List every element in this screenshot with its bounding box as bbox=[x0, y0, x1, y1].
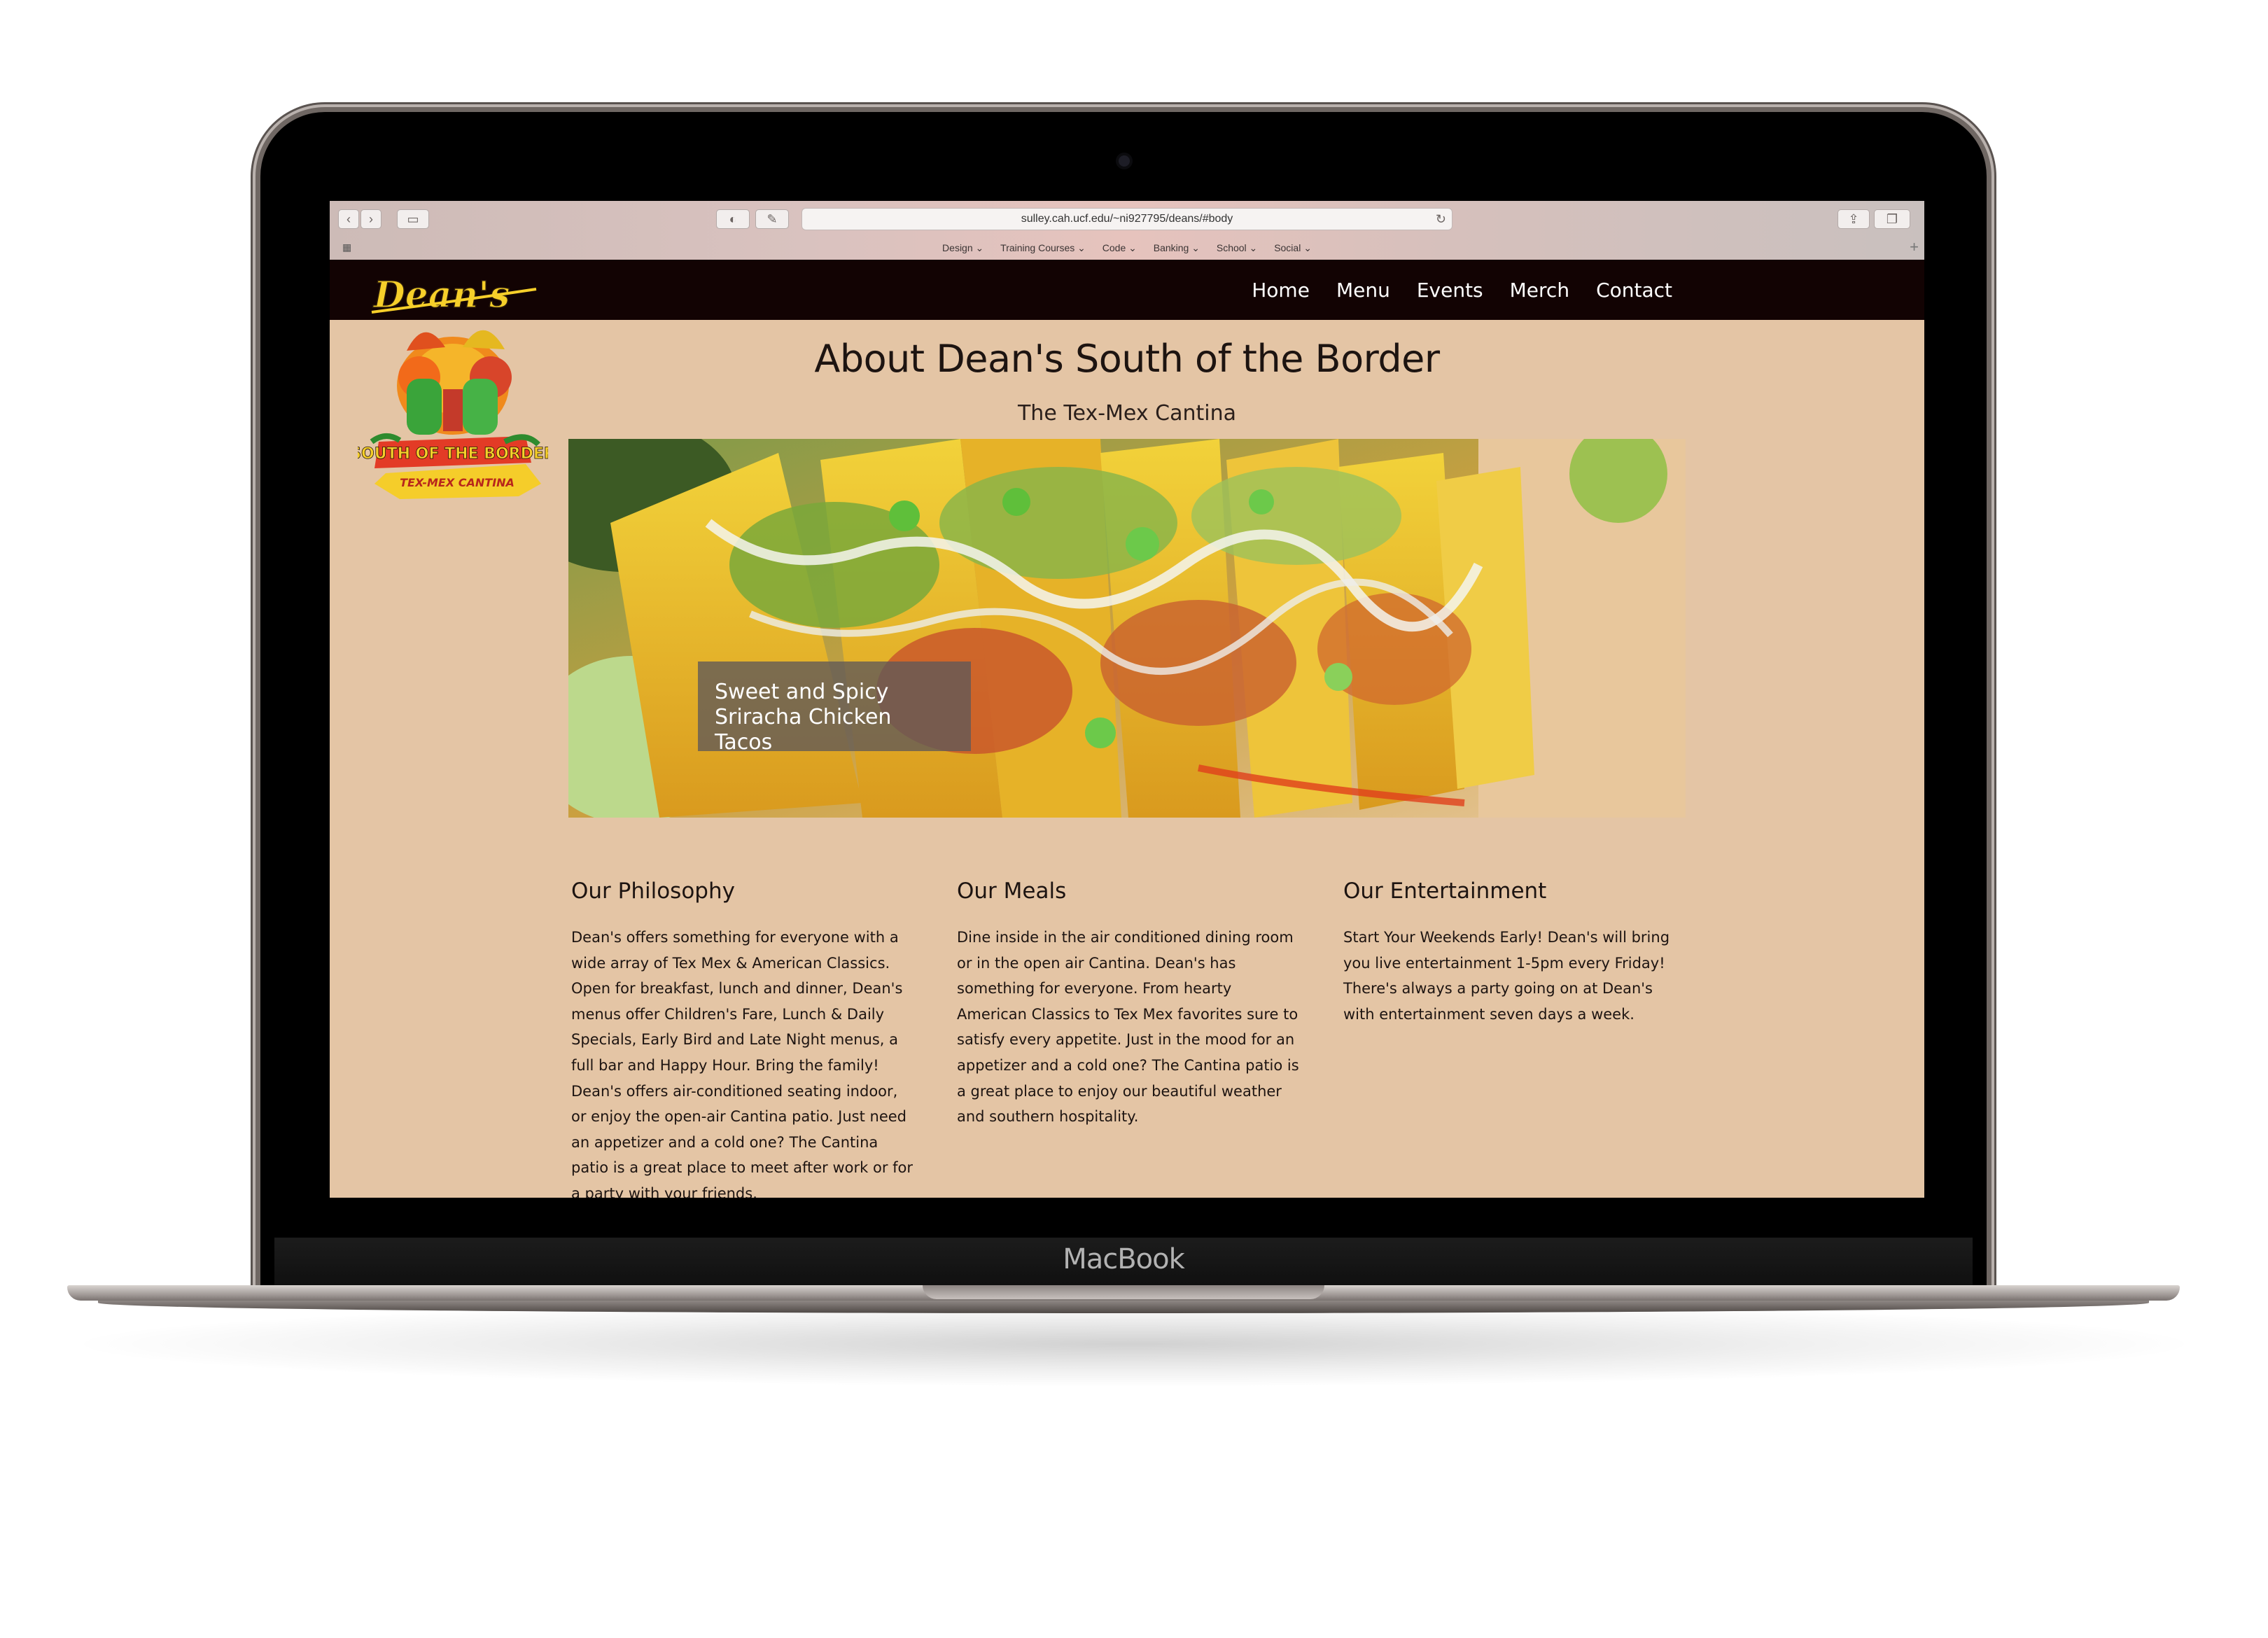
philosophy-body: Dean's offers something for everyone wit… bbox=[571, 929, 913, 1198]
nav-home[interactable]: Home bbox=[1252, 279, 1310, 302]
nav-merch[interactable]: Merch bbox=[1510, 279, 1569, 302]
logo-banner-text: SOUTH OF THE BORDER bbox=[358, 445, 548, 463]
tabs-icon[interactable]: ❐ bbox=[1874, 209, 1910, 229]
hero-caption: Sweet and Spicy Sriracha Chicken Tacos bbox=[698, 662, 971, 755]
entertainment-heading: Our Entertainment bbox=[1343, 878, 1547, 904]
macbook-base-lip bbox=[98, 1301, 2149, 1313]
site-nav-bar: Home Menu Events Merch Contact bbox=[330, 260, 1924, 320]
extension-icon[interactable]: ✎ bbox=[755, 209, 789, 229]
nav-menu[interactable]: Menu bbox=[1336, 279, 1390, 302]
nav-events[interactable]: Events bbox=[1417, 279, 1483, 302]
bookmark-training-courses[interactable]: Training Courses ⌄ bbox=[1000, 242, 1086, 253]
back-icon[interactable]: ‹ bbox=[338, 209, 359, 229]
entertainment-body: Start Your Weekends Early! Dean's will b… bbox=[1343, 929, 1670, 1023]
philosophy-section: Our Philosophy Dean's offers something f… bbox=[571, 878, 914, 1198]
browser-chrome: ‹ › ▭ ◐ ✎ sulley.cah.ucf.edu/~ni927795/d… bbox=[330, 201, 1924, 260]
deans-logo[interactable]: Dean's SOUTH OF THE BORDER TEX-MEX CANTI… bbox=[358, 274, 548, 505]
tacos-photo bbox=[568, 439, 1686, 818]
philosophy-heading: Our Philosophy bbox=[571, 878, 735, 904]
page-subtitle: The Tex-Mex Cantina bbox=[1017, 401, 1236, 426]
meals-section: Our Meals Dine inside in the air conditi… bbox=[957, 878, 1300, 1130]
nav-links: Home Menu Events Merch Contact bbox=[1252, 260, 1672, 320]
meals-heading: Our Meals bbox=[957, 878, 1067, 904]
logo-ribbon-text: TEX-MEX CANTINA bbox=[400, 476, 514, 489]
bookmark-design[interactable]: Design ⌄ bbox=[942, 242, 983, 253]
entertainment-section: Our Entertainment Start Your Weekends Ea… bbox=[1343, 878, 1686, 1027]
share-icon[interactable]: ⇪ bbox=[1837, 209, 1870, 229]
bookmark-school[interactable]: School ⌄ bbox=[1217, 242, 1257, 253]
page-title: About Dean's South of the Border bbox=[814, 337, 1440, 381]
bookmark-code[interactable]: Code ⌄ bbox=[1102, 242, 1137, 253]
macbook-label: MacBook bbox=[1063, 1243, 1185, 1275]
privacy-icon[interactable]: ◐ bbox=[716, 209, 750, 229]
bookmark-banking[interactable]: Banking ⌄ bbox=[1154, 242, 1200, 253]
sidebar-icon[interactable]: ▭ bbox=[397, 209, 429, 229]
device-shadow bbox=[84, 1302, 2184, 1386]
forward-icon[interactable]: › bbox=[360, 209, 382, 229]
nav-contact[interactable]: Contact bbox=[1596, 279, 1672, 302]
bookmarks-bar: Design ⌄ Training Courses ⌄ Code ⌄ Banki… bbox=[330, 236, 1924, 260]
screen: ‹ › ▭ ◐ ✎ sulley.cah.ucf.edu/~ni927795/d… bbox=[330, 201, 1924, 1198]
bookmark-social[interactable]: Social ⌄ bbox=[1274, 242, 1312, 253]
camera-icon bbox=[1119, 155, 1130, 167]
meals-body: Dine inside in the air conditioned dinin… bbox=[957, 929, 1299, 1126]
address-bar[interactable]: sulley.cah.ucf.edu/~ni927795/deans/#body… bbox=[802, 208, 1452, 230]
hero-image: Sweet and Spicy Sriracha Chicken Tacos bbox=[568, 439, 1686, 818]
reload-icon[interactable]: ↻ bbox=[1436, 209, 1446, 230]
browser-toolbar: ‹ › ▭ ◐ ✎ sulley.cah.ucf.edu/~ni927795/d… bbox=[330, 201, 1924, 236]
url-text: sulley.cah.ucf.edu/~ni927795/deans/#body bbox=[1021, 213, 1233, 225]
macbook-hinge-notch bbox=[923, 1285, 1324, 1299]
new-tab-icon[interactable]: + bbox=[1910, 239, 1919, 255]
